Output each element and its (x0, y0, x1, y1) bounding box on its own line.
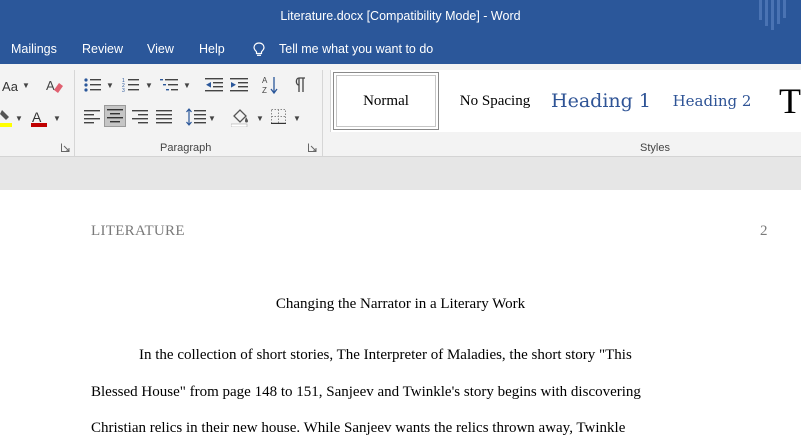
chevron-down-icon[interactable]: ▼ (208, 114, 216, 123)
chevron-down-icon[interactable]: ▼ (256, 114, 264, 123)
font-dialog-launcher-icon[interactable] (61, 143, 70, 152)
document-title: Changing the Narrator in a Literary Work (275, 296, 526, 312)
paragraph-line: Christian relics in their new house. Whi… (91, 420, 626, 436)
chevron-down-icon[interactable]: ▼ (15, 114, 23, 123)
multilevel-list-icon[interactable] (160, 77, 180, 93)
chevron-down-icon[interactable]: ▼ (53, 114, 61, 123)
sort-icon[interactable]: A Z (262, 75, 278, 95)
align-left-icon[interactable] (84, 110, 100, 124)
document-background (0, 157, 801, 190)
menu-bar: Mailings Review View Help Tell me what y… (0, 36, 801, 64)
svg-text:Z: Z (262, 86, 267, 95)
paragraph-dialog-launcher-icon[interactable] (308, 143, 317, 152)
menu-help[interactable]: Help (199, 36, 225, 64)
menu-review[interactable]: Review (82, 36, 123, 64)
increase-indent-icon[interactable] (230, 77, 248, 93)
lightbulb-icon[interactable] (252, 42, 266, 58)
svg-text:A: A (262, 76, 268, 85)
align-right-icon[interactable] (132, 110, 148, 124)
style-title[interactable]: T (779, 70, 801, 132)
justify-icon[interactable] (156, 110, 172, 124)
ribbon: Aa ▼ A ▼ A ▼ ▼ 1 2 3 ▼ ▼ A Z ▼ ▼ ▼ Parag… (0, 64, 801, 157)
window-title: Literature.docx [Compatibility Mode] - W… (280, 9, 521, 23)
svg-text:A: A (46, 78, 55, 93)
clear-formatting-icon[interactable]: A (44, 77, 64, 95)
chevron-down-icon[interactable]: ▼ (22, 81, 30, 90)
chevron-down-icon[interactable]: ▼ (293, 114, 301, 123)
styles-gallery: Normal No Spacing Heading 1 Heading 2 T (330, 70, 801, 132)
bullets-icon[interactable] (84, 77, 102, 93)
shading-icon[interactable] (231, 107, 251, 127)
chevron-down-icon[interactable]: ▼ (145, 81, 153, 90)
svg-text:3: 3 (122, 88, 125, 93)
highlight-color-icon[interactable] (0, 108, 12, 128)
font-color-icon[interactable]: A (30, 108, 48, 128)
running-head: LITERATURE (91, 223, 185, 239)
align-center-icon (107, 109, 123, 123)
style-heading-1[interactable]: Heading 1 (551, 70, 651, 132)
group-separator (322, 70, 323, 156)
decrease-indent-icon[interactable] (205, 77, 223, 93)
numbering-icon[interactable]: 1 2 3 (122, 77, 140, 93)
menu-view[interactable]: View (147, 36, 174, 64)
align-center-button[interactable] (104, 105, 126, 127)
paragraph-line: Blessed House" from page 148 to 151, San… (91, 384, 641, 400)
borders-icon[interactable] (271, 109, 286, 124)
styles-group-label: Styles (640, 142, 670, 154)
style-no-spacing[interactable]: No Spacing (445, 70, 545, 132)
tell-me-search[interactable]: Tell me what you want to do (279, 36, 433, 64)
page-number: 2 (760, 223, 768, 239)
chevron-down-icon[interactable]: ▼ (106, 81, 114, 90)
style-heading-2[interactable]: Heading 2 (667, 70, 757, 132)
line-spacing-icon[interactable] (186, 108, 206, 126)
show-formatting-marks-icon[interactable] (294, 77, 306, 93)
decorative-bars-icon (759, 0, 786, 30)
paragraph-group-label: Paragraph (160, 142, 212, 154)
document-page[interactable]: LITERATURE 2 Changing the Narrator in a … (0, 190, 801, 448)
style-normal[interactable]: Normal (333, 72, 439, 130)
paragraph-line: In the collection of short stories, The … (139, 347, 632, 363)
change-case-button[interactable]: Aa (0, 76, 20, 96)
svg-text:A: A (32, 109, 42, 125)
chevron-down-icon[interactable]: ▼ (183, 81, 191, 90)
menu-mailings[interactable]: Mailings (11, 36, 57, 64)
group-separator (74, 70, 75, 156)
